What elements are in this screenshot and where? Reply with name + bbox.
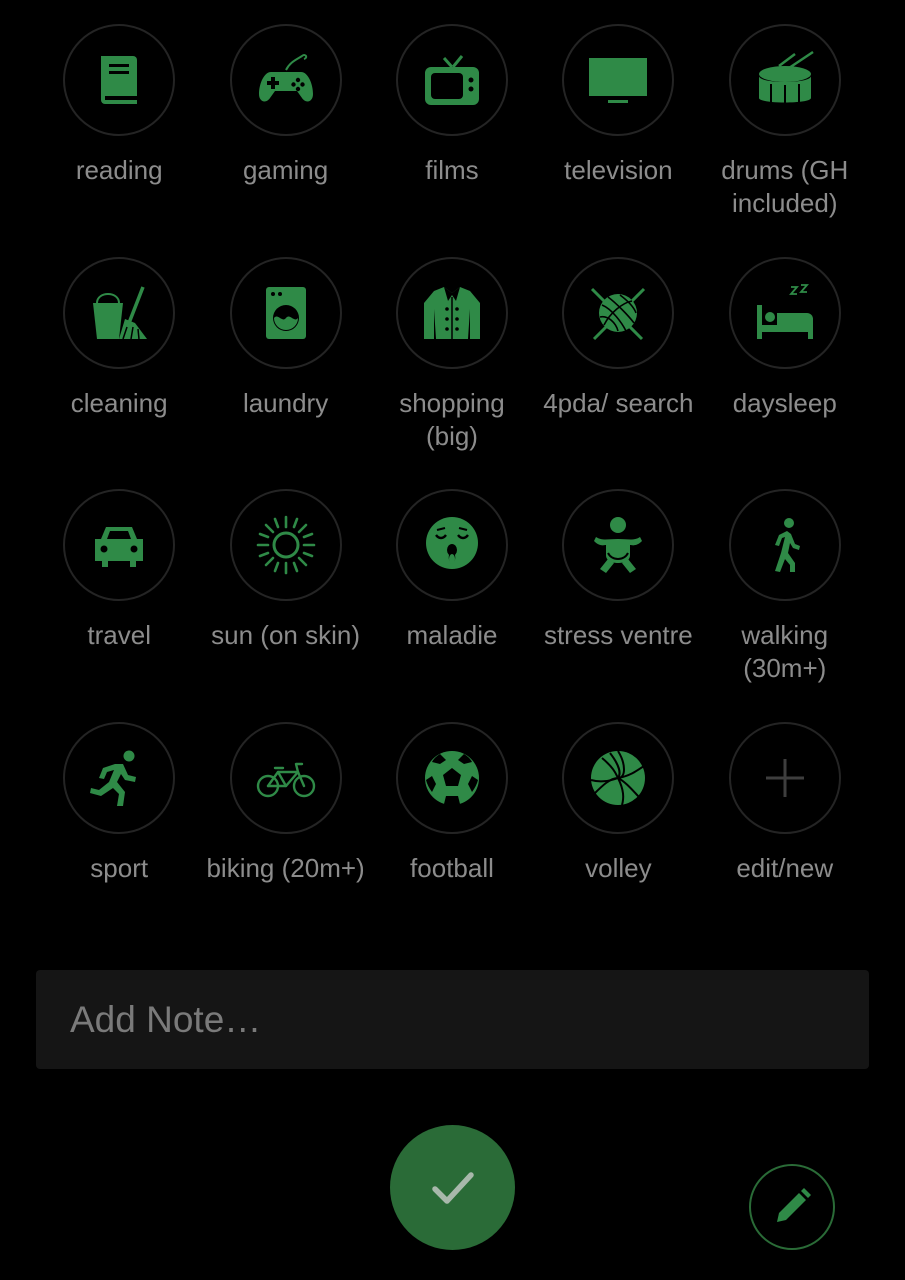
bicycle-icon: [229, 721, 342, 834]
activity-label: shopping (big): [399, 387, 505, 451]
activity-edit-new[interactable]: edit/new: [702, 721, 868, 955]
edit-button[interactable]: [749, 1164, 835, 1250]
activity-label: travel: [87, 620, 151, 650]
activity-4pda-search[interactable]: 4pda/ search: [535, 256, 701, 490]
activity-label: television: [564, 155, 673, 185]
activity-label: cleaning: [70, 387, 168, 418]
sun-icon: [229, 489, 342, 601]
activity-label: films: [425, 155, 479, 185]
activity-label: football: [410, 852, 494, 883]
activity-grid: reading gaming films television drums (G…: [36, 24, 868, 954]
activity-television[interactable]: television: [535, 24, 701, 257]
activity-reading[interactable]: reading: [36, 24, 202, 257]
activity-label: daysleep: [732, 387, 837, 418]
car-icon: [63, 489, 176, 601]
yarn-ball-icon: [562, 256, 675, 369]
activity-label: edit/new: [736, 852, 834, 883]
activity-label: 4pda/ search: [543, 387, 694, 418]
activity-label: laundry: [242, 387, 329, 418]
activity-daysleep[interactable]: daysleep: [702, 256, 868, 490]
washing-machine-icon: [229, 256, 342, 369]
soccer-ball-icon: [395, 721, 508, 834]
check-icon: [431, 1171, 474, 1204]
bucket-broom-icon: [63, 256, 176, 369]
bed-sleep-icon: [728, 256, 841, 369]
drum-icon: [728, 24, 841, 136]
activity-label: reading: [75, 155, 163, 185]
coat-icon: [395, 256, 508, 369]
volleyball-icon: [562, 721, 675, 834]
activity-label: maladie: [406, 620, 498, 650]
activity-label: sun (on skin): [211, 620, 360, 650]
sick-face-icon: [395, 489, 508, 601]
activity-cleaning[interactable]: cleaning: [36, 256, 202, 490]
activity-label: sport: [90, 852, 149, 883]
confirm-button[interactable]: [390, 1125, 515, 1250]
activity-volley[interactable]: volley: [535, 721, 701, 955]
activity-football[interactable]: football: [369, 721, 535, 955]
activity-stress-ventre[interactable]: stress ventre: [535, 489, 701, 722]
activity-gaming[interactable]: gaming: [202, 24, 368, 257]
add-note-input[interactable]: [36, 970, 869, 1069]
gamepad-icon: [229, 24, 342, 136]
activity-biking[interactable]: biking (20m+): [202, 721, 368, 955]
monitor-icon: [562, 24, 675, 136]
pencil-icon: [777, 1188, 811, 1222]
activity-travel[interactable]: travel: [36, 489, 202, 722]
activity-label: volley: [585, 852, 652, 883]
activity-drums[interactable]: drums (GH included): [702, 24, 868, 257]
running-icon: [63, 721, 176, 834]
activity-label: biking (20m+): [206, 852, 365, 883]
baby-icon: [562, 489, 675, 601]
tv-icon: [395, 24, 508, 136]
plus-icon: [728, 721, 841, 834]
activity-label: stress ventre: [543, 620, 693, 650]
activity-label: walking (30m+): [741, 620, 829, 683]
activity-walking[interactable]: walking (30m+): [702, 489, 868, 722]
book-icon: [63, 24, 176, 136]
activity-sun[interactable]: sun (on skin): [202, 489, 368, 722]
activity-maladie[interactable]: maladie: [369, 489, 535, 722]
activity-label: drums (GH included): [721, 155, 849, 218]
activity-laundry[interactable]: laundry: [202, 256, 368, 490]
activity-label: gaming: [242, 155, 329, 185]
activity-shopping[interactable]: shopping (big): [369, 256, 535, 490]
activity-sport[interactable]: sport: [36, 721, 202, 955]
walking-icon: [728, 489, 841, 601]
activity-films[interactable]: films: [369, 24, 535, 257]
